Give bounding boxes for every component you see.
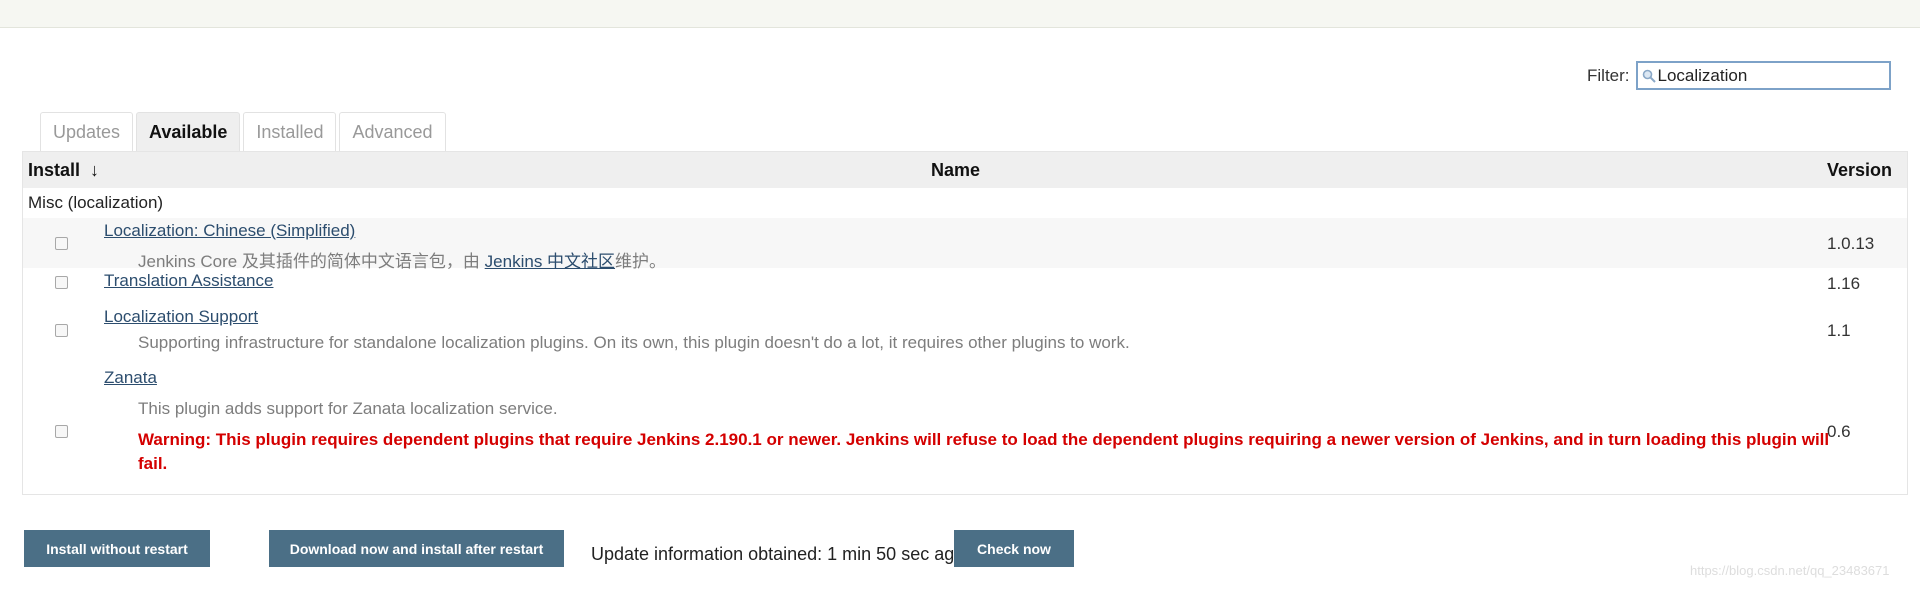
plugin-version: 1.0.13 <box>1827 234 1875 253</box>
filter-input[interactable] <box>1655 65 1878 86</box>
plugin-row: Localization: Chinese (Simplified) Jenki… <box>23 218 1907 271</box>
plugin-description: Supporting infrastructure for standalone… <box>138 333 1130 352</box>
filter-input-box[interactable] <box>1635 61 1891 90</box>
plugin-version: 1.1 <box>1827 321 1851 340</box>
download-install-after-restart-button[interactable]: Download now and install after restart <box>269 530 564 567</box>
category-label: Misc (localization) <box>28 193 164 212</box>
filter-label: Filter: <box>1587 65 1630 85</box>
install-checkbox[interactable] <box>55 237 68 250</box>
plugin-name-link[interactable]: Localization Support <box>104 307 258 327</box>
top-header-band <box>0 0 1920 28</box>
install-column-header[interactable]: Install ↓ <box>28 160 99 181</box>
install-checkbox[interactable] <box>55 425 68 438</box>
plugin-version: 0.6 <box>1827 422 1851 441</box>
plugin-row: Localization Support Supporting infrastr… <box>23 304 1907 362</box>
plugins-table: Install ↓ Name Version Misc (localizatio… <box>22 151 1908 495</box>
name-column-header[interactable]: Name <box>931 160 980 181</box>
search-icon <box>1642 69 1656 83</box>
tab-available[interactable]: Available <box>136 112 241 152</box>
install-header-label: Install <box>28 160 81 180</box>
plugin-name-link[interactable]: Zanata <box>104 368 157 388</box>
plugin-description: This plugin adds support for Zanata loca… <box>138 399 558 418</box>
install-checkbox[interactable] <box>55 276 68 289</box>
table-header: Install ↓ Name Version <box>23 152 1907 188</box>
install-without-restart-button[interactable]: Install without restart <box>24 530 210 567</box>
plugin-name-link[interactable]: Localization: Chinese (Simplified) <box>104 221 355 241</box>
tab-installed[interactable]: Installed <box>243 112 337 151</box>
plugin-name-link[interactable]: Translation Assistance <box>104 271 273 291</box>
sort-arrow-icon: ↓ <box>90 160 100 180</box>
install-checkbox[interactable] <box>55 324 68 337</box>
plugin-tabs: Updates Available Installed Advanced <box>40 112 449 152</box>
tab-advanced[interactable]: Advanced <box>339 112 446 151</box>
update-info-text: Update information obtained: 1 min 50 se… <box>591 544 965 564</box>
plugin-row: Zanata This plugin adds support for Zana… <box>23 365 1907 493</box>
check-now-button[interactable]: Check now <box>954 530 1074 567</box>
watermark: https://blog.csdn.net/qq_23483671 <box>1690 563 1890 578</box>
plugin-row: Translation Assistance 1.16 <box>23 268 1907 298</box>
plugin-warning: Warning: This plugin requires dependent … <box>138 430 1830 473</box>
filter-bar: Filter: <box>1587 61 1891 90</box>
version-column-header[interactable]: Version <box>1827 160 1892 181</box>
plugin-version: 1.16 <box>1827 274 1861 293</box>
tab-updates[interactable]: Updates <box>40 112 134 151</box>
